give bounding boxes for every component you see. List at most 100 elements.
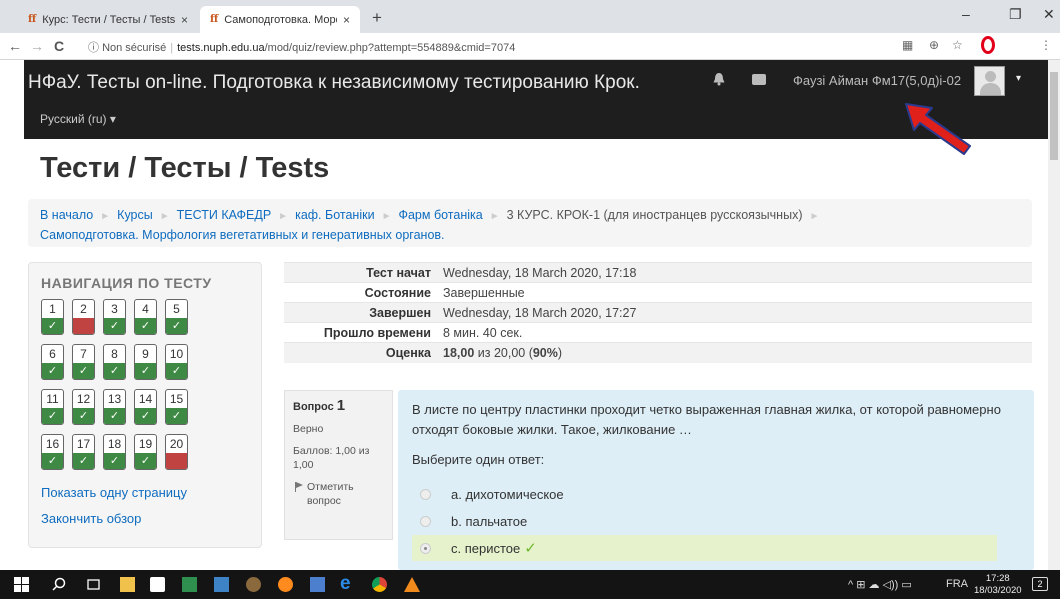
answer-radio[interactable] — [420, 488, 431, 500]
breadcrumb-courses[interactable]: Курсы — [117, 208, 153, 222]
scrollbar-thumb[interactable] — [1050, 72, 1058, 160]
grade-percent: 90% — [532, 345, 558, 360]
url-path: /mod/quiz/review.php?attempt=554889&cmid… — [264, 42, 516, 54]
file-explorer-icon[interactable] — [120, 577, 135, 592]
translate-icon[interactable]: ▦ — [902, 38, 913, 52]
question-nav-button[interactable]: 14 ✓ — [134, 389, 157, 425]
page-scrollbar[interactable] — [1048, 60, 1060, 570]
correct-status-icon: ✓ — [42, 408, 63, 424]
page-title: Тести / Тесты / Tests — [40, 152, 330, 184]
forward-button[interactable]: → — [30, 38, 44, 54]
maximize-button[interactable]: ❐ — [1009, 6, 1022, 23]
tab-title: Курс: Тести / Тесты / Tests — [42, 13, 175, 26]
breadcrumb-department-tests[interactable]: ТЕСТИ КАФЕДР — [177, 208, 272, 222]
clock[interactable]: 17:28 18/03/2020 — [974, 573, 1022, 597]
completed-label: Завершен — [284, 302, 437, 323]
chat-icon[interactable] — [752, 74, 766, 85]
finish-review-link[interactable]: Закончить обзор — [41, 511, 141, 526]
answer-radio[interactable] — [420, 542, 431, 554]
attempt-summary-table: Тест начат Wednesday, 18 March 2020, 17:1… — [284, 262, 1032, 363]
grade-score: 18,00 — [443, 345, 475, 360]
question-nav-number: 17 — [76, 437, 91, 451]
question-nav-button[interactable]: 2 — [72, 299, 95, 335]
app-icon[interactable] — [214, 577, 229, 592]
question-nav-button[interactable]: 6 ✓ — [41, 344, 64, 380]
new-tab-button[interactable]: + — [372, 8, 382, 28]
breadcrumb-quiz[interactable]: Самоподготовка. Морфология вегетативных … — [40, 228, 445, 242]
correct-status-icon: ✓ — [104, 318, 125, 334]
clock-date: 18/03/2020 — [974, 585, 1022, 596]
question-nav-button[interactable]: 5 ✓ — [165, 299, 188, 335]
notification-count: 2 — [1037, 579, 1043, 589]
vlc-icon[interactable] — [404, 577, 420, 592]
bell-icon[interactable] — [712, 72, 726, 86]
browser-tab-course[interactable]: ff Курс: Тести / Тесты / Tests × — [18, 6, 198, 33]
language-menu[interactable]: Русский (ru) ▾ — [40, 112, 116, 126]
url-field[interactable]: ⓘ Non sécurisé | tests.nuph.edu.ua/mod/qui… — [88, 39, 515, 55]
question-nav-button[interactable]: 12 ✓ — [72, 389, 95, 425]
time-taken-label: Прошло времени — [284, 322, 437, 343]
question-nav-number: 15 — [169, 392, 184, 406]
question-nav-button[interactable]: 9 ✓ — [134, 344, 157, 380]
browser-tab-quiz[interactable]: ff Самоподготовка. Морфология × — [200, 6, 360, 33]
edge-icon[interactable]: e — [340, 574, 355, 593]
question-nav-button[interactable]: 17 ✓ — [72, 434, 95, 470]
question-nav-button[interactable]: 18 ✓ — [103, 434, 126, 470]
grade-close: ) — [557, 345, 563, 360]
show-one-page-link[interactable]: Показать одну страницу — [41, 485, 187, 500]
app-icon[interactable] — [310, 577, 325, 592]
chrome-icon[interactable] — [372, 577, 387, 592]
question-nav-button[interactable]: 4 ✓ — [134, 299, 157, 335]
breadcrumb-home[interactable]: В начало — [40, 208, 93, 222]
question-nav-button[interactable]: 20 — [165, 434, 188, 470]
breadcrumb-pharm-botany[interactable]: Фарм ботаніка — [398, 208, 482, 222]
answer-label: c. перистое — [451, 540, 521, 556]
close-window-button[interactable]: ✕ — [1043, 6, 1055, 23]
answer-option[interactable]: b. пальчатое — [412, 508, 997, 534]
close-tab-icon[interactable]: × — [181, 13, 188, 27]
windows-start-icon[interactable] — [14, 577, 29, 592]
question-nav-button[interactable]: 1 ✓ — [41, 299, 64, 335]
search-icon[interactable] — [52, 577, 67, 592]
question-nav-button[interactable]: 7 ✓ — [72, 344, 95, 380]
user-menu-caret-icon[interactable]: ▾ — [1016, 73, 1021, 84]
breadcrumb-botany-dept[interactable]: каф. Ботаніки — [295, 208, 374, 222]
user-name[interactable]: Фаузі Айман Фм17(5,0д)і-02 — [793, 73, 961, 88]
question-nav-button[interactable]: 11 ✓ — [41, 389, 64, 425]
bookmark-star-icon[interactable]: ☆ — [952, 38, 963, 52]
firefox-icon[interactable] — [278, 577, 293, 592]
browser-menu-icon[interactable]: ⋮ — [1040, 38, 1052, 52]
avatar[interactable] — [974, 66, 1005, 96]
question-nav-button[interactable]: 3 ✓ — [103, 299, 126, 335]
back-button[interactable]: ← — [8, 38, 22, 54]
breadcrumb-course[interactable]: 3 КУРС. КРОК-1 (для иностранцев русскояз… — [507, 208, 803, 222]
correct-status-icon: ✓ — [166, 318, 187, 334]
input-language[interactable]: FRA — [946, 578, 968, 590]
question-nav-button[interactable]: 19 ✓ — [134, 434, 157, 470]
app-icon[interactable] — [246, 577, 261, 592]
close-tab-icon[interactable]: × — [343, 13, 350, 27]
incorrect-status-icon — [166, 453, 187, 469]
answer-radio[interactable] — [420, 515, 431, 527]
excel-icon[interactable] — [182, 577, 197, 592]
system-tray-icons[interactable]: ^ ⊞ ☁ ◁)) ▭ — [848, 578, 912, 591]
answer-option[interactable]: c. перистое ✓ — [412, 535, 997, 561]
question-nav-number: 11 — [46, 392, 59, 406]
task-view-icon[interactable] — [86, 577, 101, 592]
question-nav-button[interactable]: 16 ✓ — [41, 434, 64, 470]
minimize-button[interactable]: – — [962, 6, 970, 22]
question-nav-button[interactable]: 13 ✓ — [103, 389, 126, 425]
zoom-icon[interactable]: ⊕ — [929, 38, 939, 52]
site-title[interactable]: НФаУ. Тесты on-line. Подготовка к незави… — [28, 72, 640, 94]
question-nav-button[interactable]: 15 ✓ — [165, 389, 188, 425]
question-nav-number: 18 — [107, 437, 122, 451]
flag-question-button[interactable]: Отметить вопрос — [293, 480, 384, 508]
opera-extension-icon[interactable] — [981, 36, 995, 54]
notification-center-icon[interactable]: 2 — [1032, 577, 1048, 591]
incorrect-status-icon — [73, 318, 94, 334]
question-nav-button[interactable]: 10 ✓ — [165, 344, 188, 380]
store-icon[interactable] — [150, 577, 165, 592]
answer-option[interactable]: a. дихотомическое — [412, 481, 997, 507]
reload-button[interactable]: C — [54, 38, 64, 54]
question-nav-button[interactable]: 8 ✓ — [103, 344, 126, 380]
